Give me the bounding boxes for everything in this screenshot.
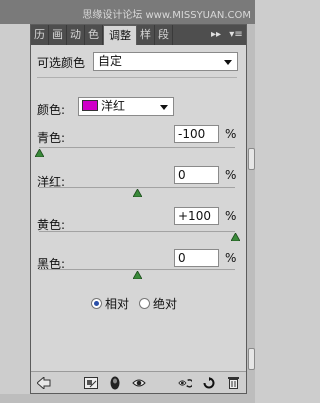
back-arrow-icon[interactable] [37, 376, 51, 390]
color-swatch [82, 100, 98, 111]
relative-radio[interactable] [91, 298, 102, 309]
black-percent: % [225, 251, 237, 265]
tab-actions[interactable]: 动 [67, 25, 85, 45]
cyan-value-field[interactable]: -100 [174, 125, 219, 143]
method-group: 相对 绝对 [91, 295, 177, 312]
footer-right-group [178, 376, 240, 390]
cyan-slider-track[interactable] [39, 147, 235, 149]
footer-left-group [83, 376, 146, 390]
magenta-value-field[interactable]: 0 [174, 166, 219, 184]
tab-history[interactable]: 历 [31, 25, 49, 45]
divider [37, 77, 237, 78]
yellow-slider-track[interactable] [39, 231, 235, 233]
cyan-slider-thumb[interactable] [34, 149, 44, 157]
watermark: 思缘设计论坛 www.MISSYUAN.COM [82, 10, 251, 21]
clip-layer-icon[interactable] [83, 376, 98, 390]
colors-dropdown[interactable]: 洋红 [78, 97, 174, 116]
cyan-label: 青色: [37, 131, 66, 145]
preset-value: 自定 [98, 54, 123, 68]
chevron-down-icon [224, 60, 232, 65]
yellow-percent: % [225, 209, 237, 223]
panel-menu-button[interactable]: ▾≡ [226, 25, 246, 45]
relative-option[interactable]: 相对 [91, 295, 129, 312]
trash-icon[interactable] [226, 376, 240, 390]
eye-icon[interactable] [131, 376, 146, 390]
scroll-knob-top[interactable] [248, 148, 255, 170]
absolute-label: 绝对 [153, 297, 178, 311]
magenta-slider-thumb[interactable] [132, 189, 142, 197]
absolute-option[interactable]: 绝对 [139, 295, 177, 312]
tab-brush[interactable]: 画 [49, 25, 67, 45]
absolute-radio[interactable] [139, 298, 151, 309]
bottom-edge [0, 394, 255, 403]
right-edge [247, 24, 255, 394]
cyan-percent: % [225, 127, 237, 141]
black-value-field[interactable]: 0 [174, 249, 219, 267]
tab-paragraph[interactable]: 段 [155, 25, 173, 45]
preset-title: 可选颜色 [37, 56, 86, 70]
eye-mask-icon[interactable] [108, 376, 122, 390]
reset-icon[interactable] [202, 376, 216, 390]
tab-styles[interactable]: 样 [137, 25, 155, 45]
colors-label: 颜色: [37, 103, 66, 117]
scroll-knob-bottom[interactable] [248, 348, 255, 370]
colors-value: 洋红 [101, 99, 126, 113]
view-previous-icon[interactable] [178, 376, 192, 390]
tab-adjustments[interactable]: 调整 [103, 25, 137, 45]
relative-label: 相对 [105, 297, 130, 311]
collapse-panel-button[interactable]: ▸▸ [206, 25, 226, 45]
magenta-percent: % [225, 168, 237, 182]
yellow-value-field[interactable]: +100 [174, 207, 219, 225]
adjustments-panel: 历 画 动 色 调整 样 段 ▸▸ ▾≡ 可选颜色 自定 颜色: 洋红 青色: … [30, 24, 247, 394]
chevron-down-icon [160, 105, 168, 110]
tab-color[interactable]: 色 [85, 25, 103, 45]
black-slider-thumb[interactable] [132, 271, 142, 279]
preset-dropdown[interactable]: 自定 [93, 52, 238, 71]
panel-footer [31, 371, 246, 393]
yellow-slider-thumb[interactable] [230, 233, 240, 241]
tab-bar: 历 画 动 色 调整 样 段 ▸▸ ▾≡ [31, 25, 246, 45]
